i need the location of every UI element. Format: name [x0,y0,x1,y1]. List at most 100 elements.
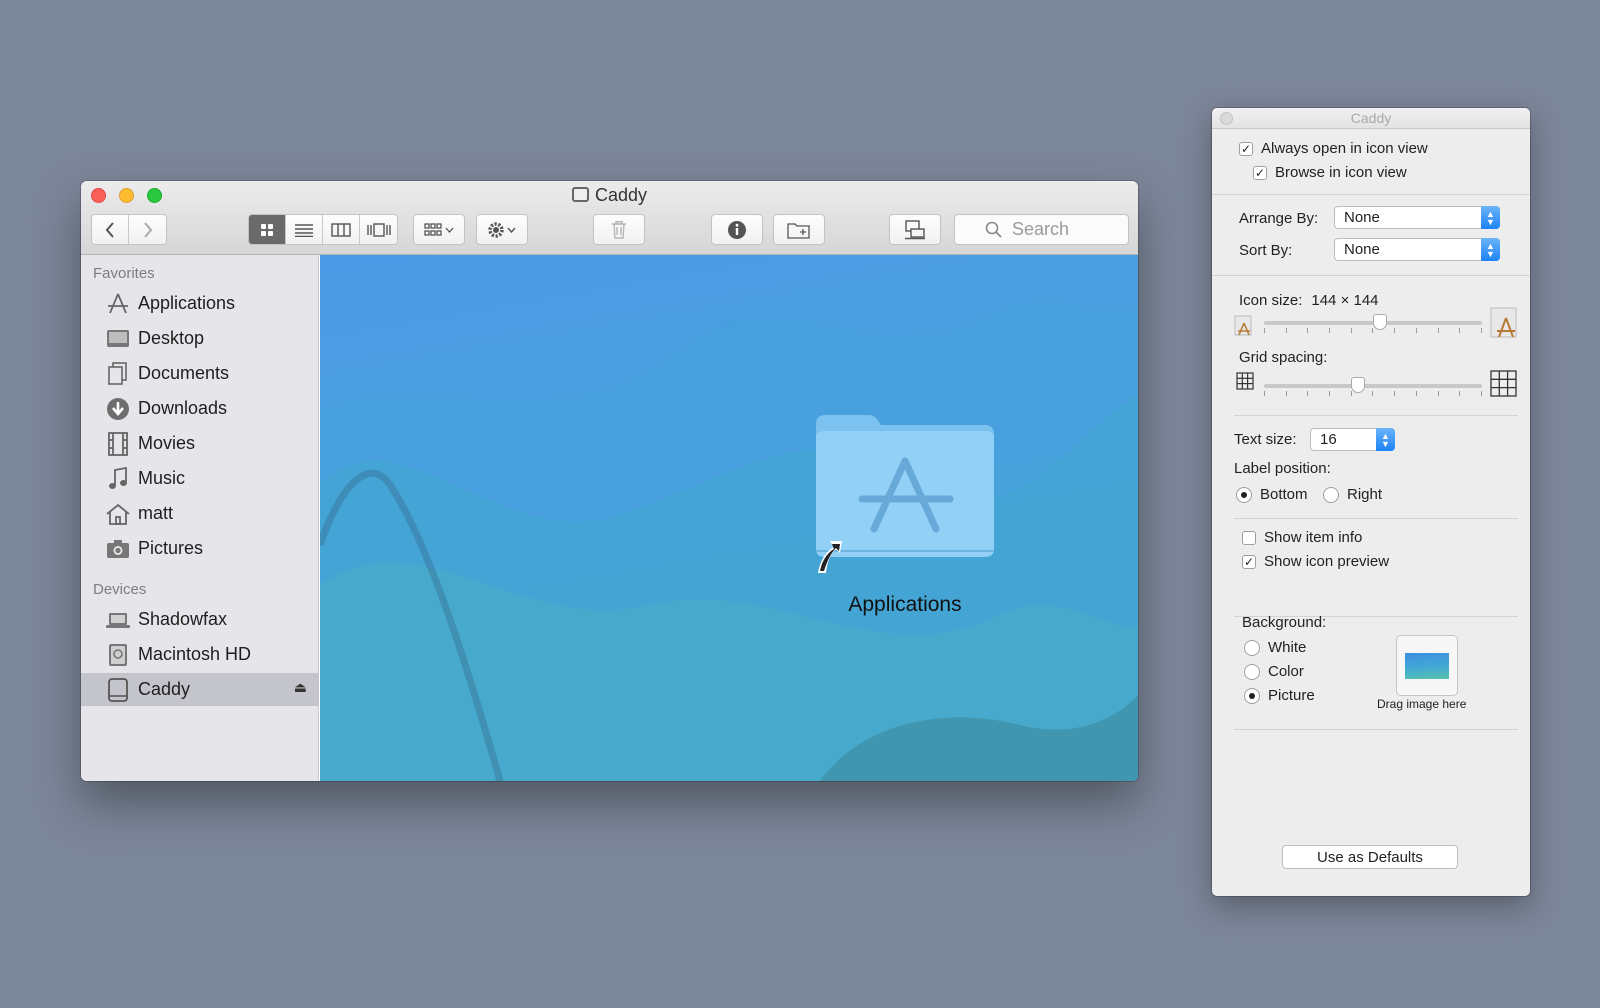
gallery-icon [366,222,391,237]
icon-size-slider-thumb[interactable] [1373,314,1387,330]
show-icon-preview-checkbox[interactable]: ✓ [1242,554,1256,569]
background-color-option[interactable]: Color [1244,663,1304,680]
sort-by-label: Sort By: [1239,242,1293,259]
trash-icon [612,220,626,239]
text-size-popup[interactable]: 16 ▲ ▼ [1310,428,1395,451]
icon-size-label: Icon size: [1239,292,1303,309]
grid-spacing-label: Grid spacing: [1239,349,1328,366]
search-placeholder: Search [1012,219,1070,239]
background-picture-option[interactable]: Picture [1244,687,1315,704]
documents-icon [106,362,130,386]
browse-icon-view-label: Browse in icon view [1275,164,1407,181]
sidebar-item-label: Caddy [138,679,191,699]
background-label: Background: [1242,614,1327,631]
desktop-icon [106,327,130,351]
text-size-value: 16 [1320,431,1337,448]
color-radio[interactable] [1244,663,1260,680]
drive-icon [571,187,589,202]
view-options-panel: Caddy ✓ Always open in icon view ✓ Brows… [1212,108,1530,896]
sidebar-item-shadowfax[interactable]: Shadowfax [81,603,319,636]
eject-icon[interactable]: ⏏ [294,679,307,696]
sidebar-item-applications[interactable]: Applications [81,287,319,320]
folder-content-area[interactable]: Applications [320,255,1138,781]
right-radio[interactable] [1323,486,1339,503]
sidebar-item-caddy[interactable]: Caddy ⏏ [81,673,319,706]
sidebar-item-downloads[interactable]: Downloads [81,392,319,425]
home-icon [106,502,130,526]
divider [1234,729,1518,730]
downloads-icon [106,397,130,421]
sidebar-item-desktop[interactable]: Desktop [81,322,319,355]
white-label: White [1268,639,1307,656]
get-info-button[interactable] [711,214,763,245]
panel-close-button[interactable] [1220,112,1233,125]
use-as-defaults-button[interactable]: Use as Defaults [1282,845,1458,869]
browse-icon-view-option[interactable]: ✓ Browse in icon view [1253,164,1407,181]
sidebar-item-movies[interactable]: Movies [81,427,319,460]
gallery-view-button[interactable] [360,215,397,244]
devices-heading: Devices [93,581,147,598]
back-button[interactable] [92,215,129,244]
browse-icon-view-checkbox[interactable]: ✓ [1253,165,1267,180]
popup-arrows-icon: ▲ ▼ [1376,428,1395,451]
grid-spacing-slider-thumb[interactable] [1351,377,1365,393]
icon-view-button[interactable] [249,215,286,244]
large-grid-icon [1490,370,1517,402]
drag-image-hint: Drag image here [1377,697,1467,711]
folder-label[interactable]: Applications [790,593,1020,617]
sort-by-popup[interactable]: None ▲ ▼ [1334,238,1500,261]
color-label: Color [1268,663,1304,680]
list-icon [295,223,313,237]
window-title-text: Caddy [594,185,648,205]
divider [1212,194,1530,195]
show-item-info-checkbox[interactable] [1242,530,1256,545]
bottom-label: Bottom [1260,486,1308,503]
divider [1234,415,1518,416]
sidebar-item-macintosh-hd[interactable]: Macintosh HD [81,638,319,671]
background-white-option[interactable]: White [1244,639,1306,656]
sidebar-item-pictures[interactable]: Pictures [81,532,319,565]
background-image-well[interactable] [1396,635,1458,696]
applications-alias-folder[interactable] [812,411,998,582]
sidebar-item-label: Music [138,468,186,488]
divider [1234,518,1518,519]
show-icon-preview-option[interactable]: ✓ Show icon preview [1242,553,1389,570]
slider-ticks [1264,328,1482,334]
column-view-button[interactable] [323,215,360,244]
sort-by-value: None [1344,241,1380,258]
applications-folder-icon [816,415,994,573]
always-open-icon-view-option[interactable]: ✓ Always open in icon view [1239,140,1428,157]
new-folder-button[interactable] [773,214,825,245]
connect-server-button[interactable] [889,214,941,245]
music-icon [106,467,130,491]
arrange-by-value: None [1344,209,1380,226]
search-field[interactable]: Search [954,214,1129,245]
sidebar-item-label: Pictures [138,538,204,558]
list-view-button[interactable] [286,215,323,244]
sidebar-item-label: Movies [138,433,196,453]
bottom-radio[interactable] [1236,486,1252,503]
forward-button[interactable] [129,215,166,244]
sidebar-item-music[interactable]: Music [81,462,319,495]
finder-titlebar: Caddy Search [81,181,1138,255]
navigation-buttons [91,214,167,245]
laptop-icon [106,608,130,632]
picture-radio[interactable] [1244,687,1260,704]
group-by-button[interactable] [413,214,465,245]
arrange-by-popup[interactable]: None ▲ ▼ [1334,206,1500,229]
always-open-label: Always open in icon view [1261,140,1428,157]
sidebar-item-documents[interactable]: Documents [81,357,319,390]
sidebar: Favorites Applications Desktop Documents… [81,255,319,781]
new-folder-icon [787,222,810,239]
trash-button[interactable] [593,214,645,245]
label-position-right-option[interactable]: Right [1323,486,1382,503]
label-position-bottom-option[interactable]: Bottom [1236,486,1308,503]
gear-icon [488,221,516,238]
white-radio[interactable] [1244,639,1260,656]
arrange-by-label: Arrange By: [1239,210,1319,227]
always-open-checkbox[interactable]: ✓ [1239,141,1253,156]
finder-window: Caddy Search Favorites Applications Desk… [81,181,1138,781]
action-button[interactable] [476,214,528,245]
sidebar-item-home[interactable]: matt [81,497,319,530]
show-item-info-option[interactable]: Show item info [1242,529,1362,546]
